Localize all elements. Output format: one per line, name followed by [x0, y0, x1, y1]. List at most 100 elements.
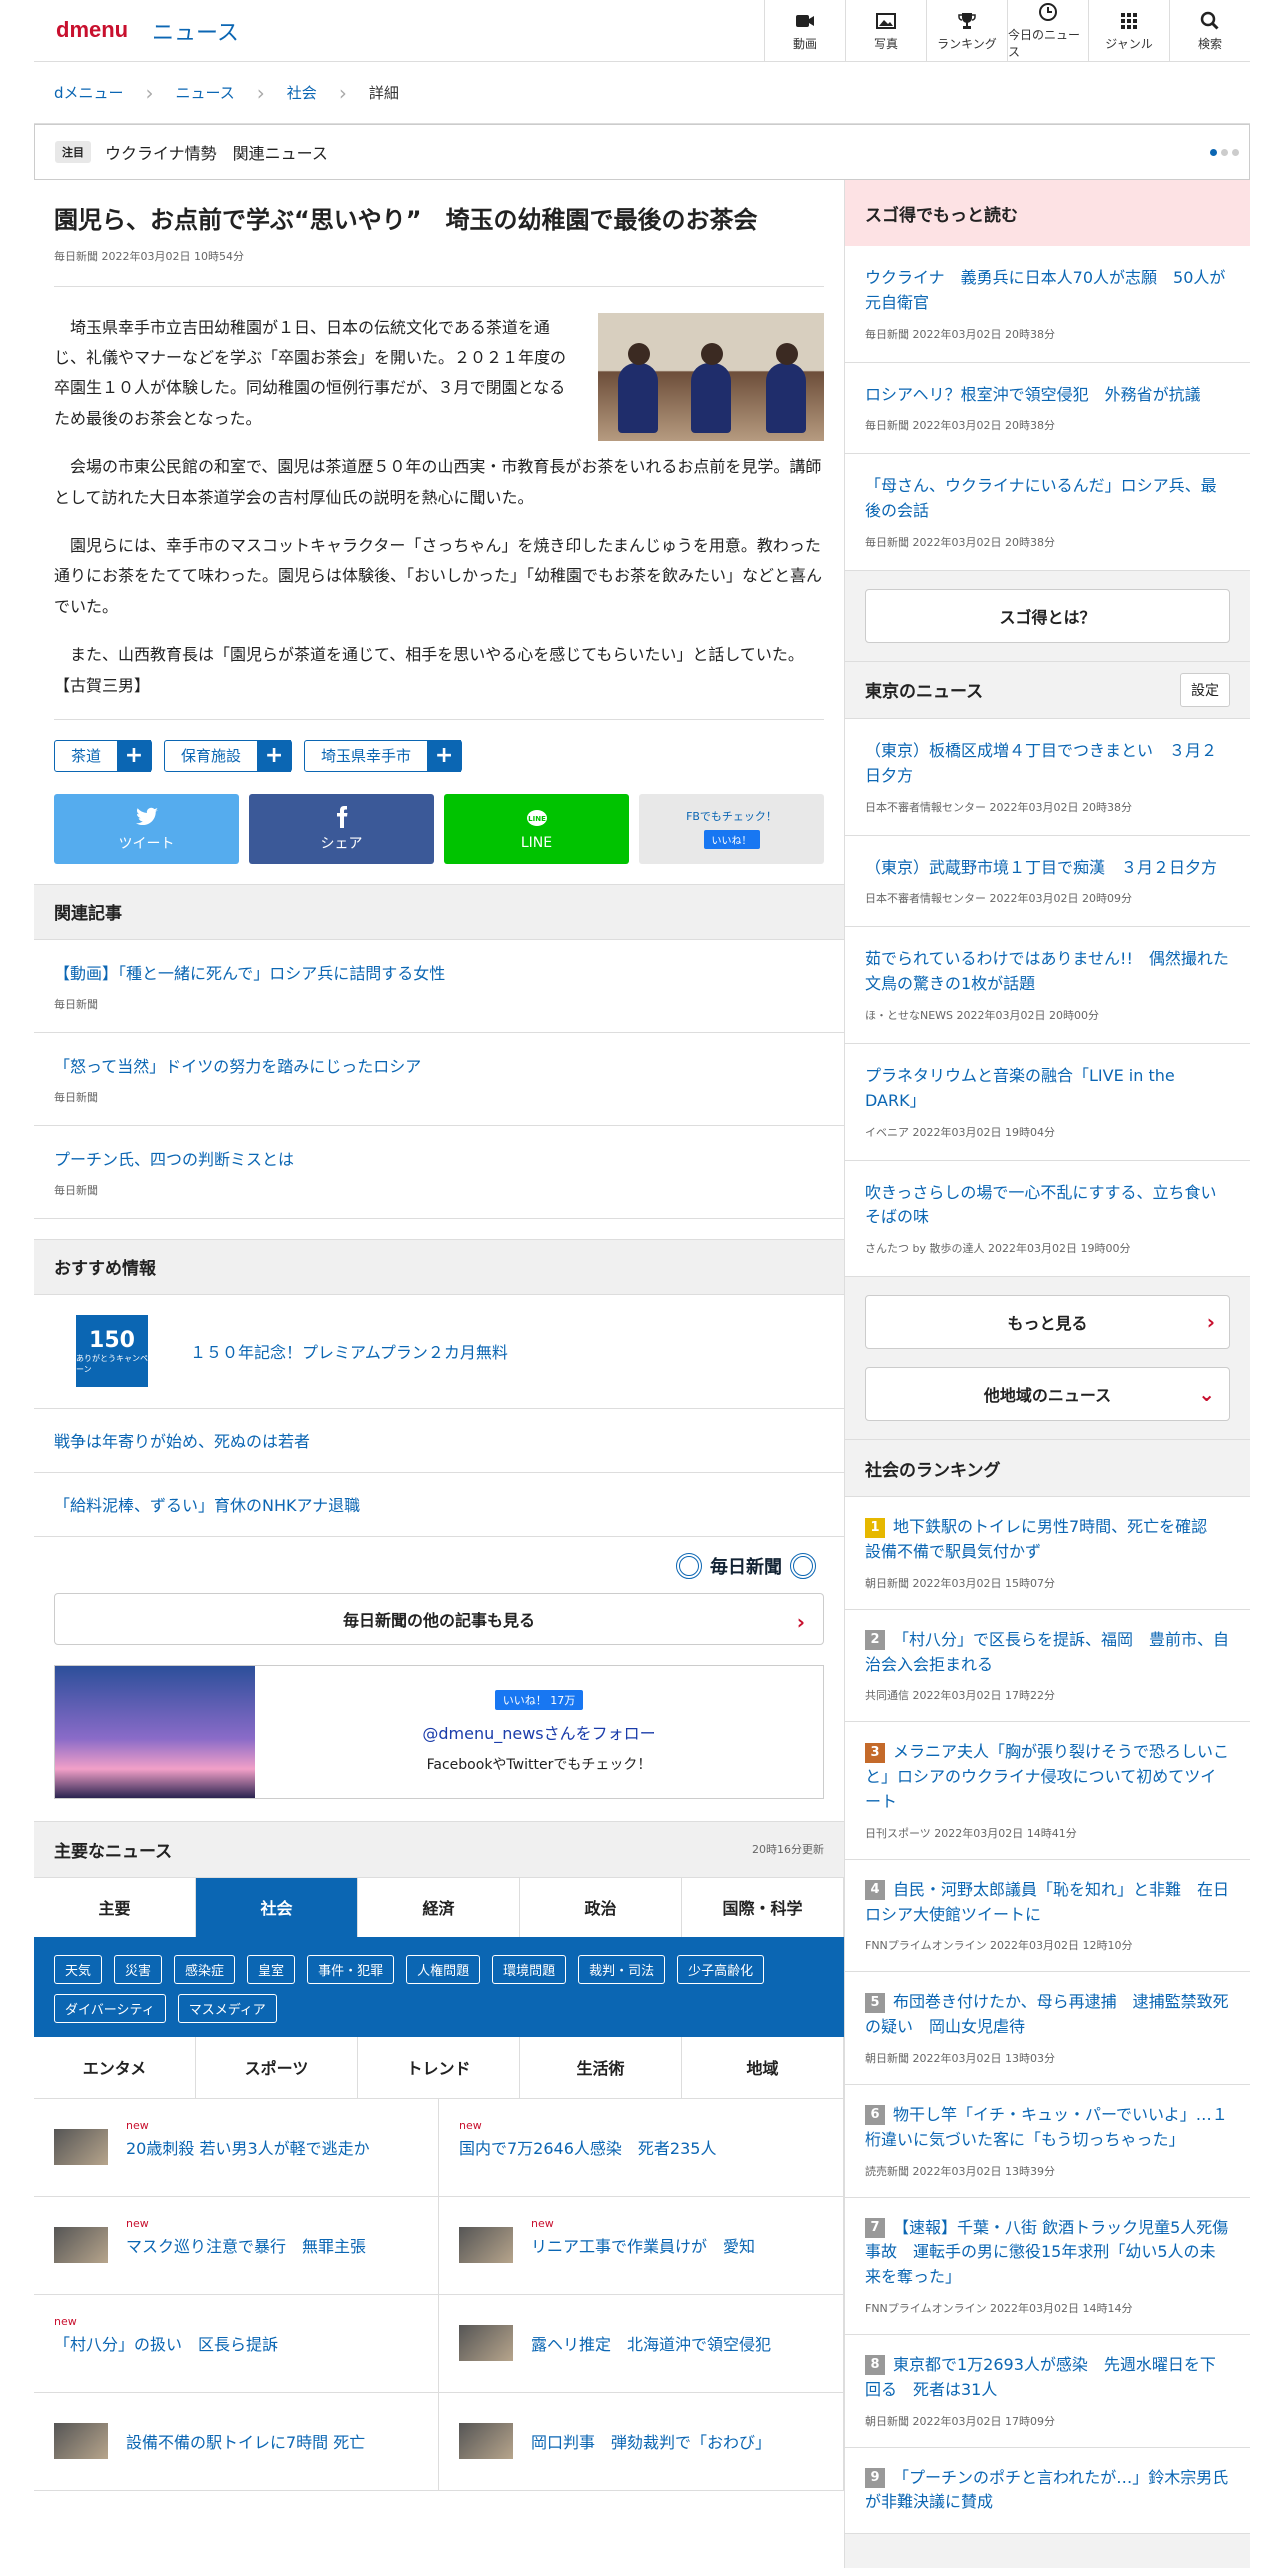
news-title[interactable]: 露ヘリ推定 北海道沖で領空侵犯 — [531, 2335, 771, 2354]
ticker-pager[interactable] — [1210, 149, 1239, 156]
ranking-title[interactable]: メラニア夫人「胸が張り裂けそうで恐ろしいこと」ロシアのウクライナ侵攻について初め… — [865, 1742, 1229, 1811]
ranking-title[interactable]: 東京都で1万2693人が感染 先週水曜日を下回る 死者は31人 — [865, 2355, 1216, 2399]
ranking-item[interactable]: 5 布団巻き付けたか、母ら再逮捕 逮捕監禁致死の疑い 岡山女児虐待 朝日新聞 202… — [845, 1972, 1250, 2085]
news-item[interactable]: new リニア工事で作業員けが 愛知 — [439, 2196, 844, 2295]
tab-lifestyle[interactable]: 生活術 — [520, 2036, 682, 2098]
nav-genre[interactable]: ジャンル — [1088, 0, 1169, 62]
subtag[interactable]: マスメディア — [177, 1993, 277, 2023]
ranking-title[interactable]: 地下鉄駅のトイレに男性7時間、死亡を確認 設備不備で駅員気付かず — [865, 1517, 1223, 1561]
follow-banner[interactable]: いいね！ 17万 @dmenu_newsさんをフォロー FacebookやTwi… — [54, 1664, 824, 1799]
plus-icon[interactable]: + — [427, 739, 462, 772]
article-photo[interactable] — [598, 312, 824, 441]
news-item[interactable]: new マスク巡り注意で暴行 無罪主張 — [34, 2196, 439, 2295]
subtag[interactable]: 環境問題 — [492, 1954, 567, 1984]
ranking-item[interactable]: 3 メラニア夫人「胸が張り裂けそうで恐ろしいこと」ロシアのウクライナ侵攻について初… — [845, 1722, 1250, 1860]
subtag[interactable]: 天気 — [54, 1954, 103, 1984]
sugo-title[interactable]: 「母さん、ウクライナにいるんだ」ロシア兵、最後の会話 — [865, 476, 1217, 520]
tag-label[interactable]: 茶道 — [55, 745, 117, 766]
mainichi-more-button[interactable]: 毎日新聞の他の記事も見る › — [54, 1592, 824, 1645]
ranking-title[interactable]: 自民・河野太郎議員「恥を知れ」と非難 在日ロシア大使館ツイートに — [865, 1880, 1229, 1924]
tokyo-item[interactable]: （東京）板橋区成増４丁目でつきまとい ３月２日夕方 日本不審者情報センター 202… — [845, 718, 1250, 836]
pager-dot[interactable] — [1232, 149, 1239, 156]
subtag[interactable]: 人権問題 — [406, 1954, 481, 1984]
tab-economy[interactable]: 経済 — [358, 1877, 520, 1937]
ranking-item[interactable]: 2 「村八分」で区長らを提訴、福岡 豊前市、自治会入会拒まれる 共同通信 2022年… — [845, 1609, 1250, 1723]
related-item[interactable]: 【動画】「種と一緒に死んで」ロシア兵に詰問する女性 毎日新聞 — [34, 940, 844, 1033]
nav-ranking[interactable]: ランキング — [926, 0, 1007, 62]
related-title[interactable]: 【動画】「種と一緒に死んで」ロシア兵に詰問する女性 — [54, 964, 445, 983]
news-item[interactable]: 露ヘリ推定 北海道沖で領空侵犯 — [439, 2294, 844, 2393]
follow-title[interactable]: @dmenu_newsさんをフォロー — [422, 1720, 655, 1744]
recommend-link[interactable]: 「給料泥棒、ずるい」育休のNHKアナ退職 — [54, 1492, 360, 1516]
promo-item[interactable]: 150 ありがとうキャンペーン １５０年記念！プレミアムプラン２カ月無料 — [34, 1295, 844, 1409]
nav-video[interactable]: 動画 — [764, 0, 845, 62]
sugo-title[interactable]: ウクライナ 義勇兵に日本人70人が志願 50人が元自衛官 — [865, 268, 1225, 312]
recommend-item[interactable]: 「給料泥棒、ずるい」育休のNHKアナ退職 — [34, 1473, 844, 1537]
news-item[interactable]: new 「村八分」の扱い 区長ら提訴 — [34, 2294, 439, 2393]
sugo-item[interactable]: 「母さん、ウクライナにいるんだ」ロシア兵、最後の会話 毎日新聞 2022年03月0… — [845, 454, 1250, 571]
tab-society[interactable]: 社会 — [196, 1877, 358, 1937]
tab-entertainment[interactable]: エンタメ — [34, 2036, 196, 2098]
sugo-title[interactable]: ロシアヘリ？根室沖で領空侵犯 外務省が抗議 — [865, 385, 1201, 404]
ranking-item[interactable]: 6 物干し竿「イチ・キュッ・パーでいいよ」…１桁違いに気づいた客に「もう切っちゃっ… — [845, 2084, 1250, 2198]
subtag[interactable]: 裁判・司法 — [578, 1954, 666, 1984]
pager-dot[interactable] — [1221, 149, 1228, 156]
nav-photo[interactable]: 写真 — [845, 0, 926, 62]
related-item[interactable]: プーチン氏、四つの判断ミスとは 毎日新聞 — [34, 1126, 844, 1219]
ranking-item[interactable]: 9 「プーチンのポチと言われたが…」鈴木宗男氏が非難決議に賛成 — [845, 2447, 1250, 2535]
ranking-title[interactable]: 【速報】千葉・八街 飲酒トラック児童5人死傷事故 運転手の男に懲役15年求刑「幼… — [865, 2218, 1228, 2287]
news-title[interactable]: マスク巡り注意で暴行 無罪主張 — [126, 2237, 366, 2256]
more-button[interactable]: もっと見る › — [865, 1295, 1230, 1350]
news-title[interactable]: 20歳刺殺 若い男3人が軽で逃走か — [126, 2139, 370, 2158]
tag-label[interactable]: 保育施設 — [165, 745, 257, 766]
tab-politics[interactable]: 政治 — [520, 1877, 682, 1937]
news-item[interactable]: 設備不備の駅トイレに7時間 死亡 — [34, 2392, 439, 2491]
subtag[interactable]: 感染症 — [174, 1954, 236, 1984]
tag-label[interactable]: 埼玉県幸手市 — [305, 745, 427, 766]
ranking-item[interactable]: 1 地下鉄駅のトイレに男性7時間、死亡を確認 設備不備で駅員気付かず 朝日新聞 20… — [845, 1497, 1250, 1610]
tokyo-news-title[interactable]: （東京）板橋区成増４丁目でつきまとい ３月２日夕方 — [865, 741, 1217, 785]
tokyo-news-title[interactable]: プラネタリウムと音楽の融合「LIVE in the DARK」 — [865, 1066, 1175, 1110]
tokyo-item[interactable]: （東京）武蔵野市境１丁目で痴漢 ３月２日夕方 日本不審者情報センター 2022年0… — [845, 835, 1250, 928]
ranking-item[interactable]: 4 自民・河野太郎議員「恥を知れ」と非難 在日ロシア大使館ツイートに FNNプライム… — [845, 1859, 1250, 1973]
news-title[interactable]: 国内で7万2646人感染 死者235人 — [459, 2139, 716, 2158]
tag-item[interactable]: 埼玉県幸手市 + — [304, 739, 463, 772]
related-item[interactable]: 「怒って当然」ドイツの努力を踏みにじったロシア 毎日新聞 — [34, 1033, 844, 1126]
subtag[interactable]: ダイバーシティ — [54, 1993, 166, 2023]
sugo-item[interactable]: ロシアヘリ？根室沖で領空侵犯 外務省が抗議 毎日新聞 2022年03月02日 20… — [845, 362, 1250, 455]
related-title[interactable]: プーチン氏、四つの判断ミスとは — [54, 1150, 294, 1169]
tag-item[interactable]: 茶道 + — [54, 739, 153, 772]
breadcrumb-dmenu[interactable]: dメニュー — [54, 82, 124, 103]
subtag[interactable]: 少子高齢化 — [677, 1954, 765, 1984]
ranking-title[interactable]: 「村八分」で区長らを提訴、福岡 豊前市、自治会入会拒まれる — [865, 1630, 1229, 1674]
ranking-title[interactable]: 物干し竿「イチ・キュッ・パーでいいよ」…１桁違いに気づいた客に「もう切っちゃった… — [865, 2105, 1228, 2149]
related-title[interactable]: 「怒って当然」ドイツの努力を踏みにじったロシア — [54, 1057, 421, 1076]
ranking-title[interactable]: 「プーチンのポチと言われたが…」鈴木宗男氏が非難決議に賛成 — [865, 2468, 1228, 2512]
site-title[interactable]: ニュース — [152, 15, 239, 47]
breadcrumb-news[interactable]: ニュース — [176, 82, 235, 103]
ranking-title[interactable]: 布団巻き付けたか、母ら再逮捕 逮捕監禁致死の疑い 岡山女児虐待 — [865, 1992, 1229, 2036]
nav-search[interactable]: 検索 — [1169, 0, 1250, 62]
tweet-button[interactable]: ツイート — [54, 793, 239, 864]
subtag[interactable]: 事件・犯罪 — [307, 1954, 395, 1984]
tag-item[interactable]: 保育施設 + — [164, 739, 293, 772]
recommend-item[interactable]: 戦争は年寄りが始め、死ぬのは若者 — [34, 1409, 844, 1473]
news-title[interactable]: リニア工事で作業員けが 愛知 — [531, 2237, 755, 2256]
tokyo-news-title[interactable]: （東京）武蔵野市境１丁目で痴漢 ３月２日夕方 — [865, 858, 1217, 877]
sugo-about-button[interactable]: スゴ得とは？ — [865, 588, 1230, 643]
breadcrumb-society[interactable]: 社会 — [287, 82, 317, 103]
fb-like-count[interactable]: いいね！ 17万 — [494, 1689, 584, 1710]
sugo-item[interactable]: ウクライナ 義勇兵に日本人70人が志願 50人が元自衛官 毎日新聞 2022年03… — [845, 246, 1250, 363]
dmenu-logo[interactable]: dmenu — [56, 17, 128, 43]
recommend-link[interactable]: 戦争は年寄りが始め、死ぬのは若者 — [54, 1428, 310, 1452]
tab-trend[interactable]: トレンド — [358, 2036, 520, 2098]
facebook-share-button[interactable]: シェア — [249, 793, 434, 864]
tab-sports[interactable]: スポーツ — [196, 2036, 358, 2098]
news-title[interactable]: 岡口判事 弾劾裁判で「おわび」 — [531, 2433, 771, 2452]
news-item[interactable]: new 20歳刺殺 若い男3人が軽で逃走か — [34, 2098, 439, 2197]
news-item[interactable]: new 国内で7万2646人感染 死者235人 — [439, 2098, 844, 2197]
tokyo-item[interactable]: 茹でられているわけではありません!! 偶然撮れた文鳥の驚きの1枚が話題 ほ・とせな… — [845, 927, 1250, 1044]
news-ticker[interactable]: 注目 ウクライナ情勢 関連ニュース — [34, 124, 1250, 180]
mainichi-logo[interactable]: 毎日新聞 — [34, 1537, 844, 1579]
pager-dot[interactable] — [1210, 149, 1217, 156]
